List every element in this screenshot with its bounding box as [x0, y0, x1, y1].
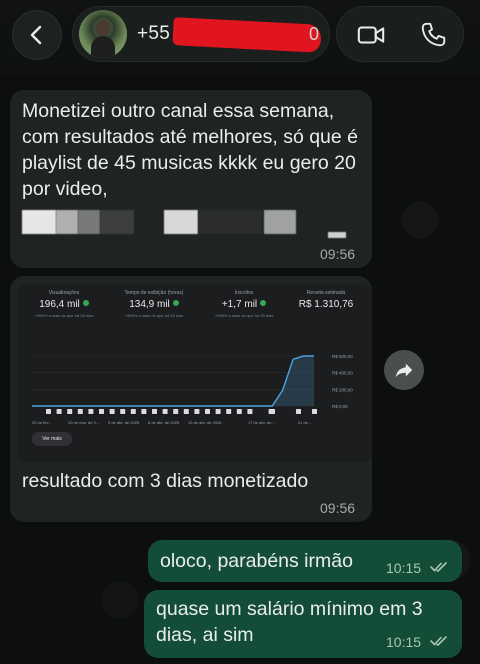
contact-info-button[interactable]: +55 0	[72, 6, 330, 62]
message-time: 09:56	[320, 246, 356, 262]
outgoing-message[interactable]: quase um salário mínimo em 3 dias, ai si…	[144, 590, 462, 658]
video-marker	[130, 409, 136, 414]
double-check-icon	[430, 634, 448, 652]
stat-card: Visualizações 196,4 mil +999% a mais do …	[34, 290, 94, 318]
check-circle-icon	[260, 300, 267, 306]
video-call-icon	[357, 26, 385, 44]
x-tick-label: 25 de fev...	[32, 420, 52, 425]
video-marker	[56, 409, 62, 414]
back-arrow-icon	[30, 25, 42, 45]
stat-card: Receita estimada R$ 1.310,76	[298, 290, 354, 310]
x-tick-label: 21 de...	[298, 420, 311, 425]
stat-card: Inscritos +1,7 mil +999% a mais do que h…	[214, 290, 274, 318]
video-marker	[236, 409, 242, 414]
video-marker	[205, 409, 210, 414]
video-marker	[296, 409, 301, 414]
video-marker	[247, 409, 253, 414]
video-marker	[120, 409, 126, 414]
x-tick-label: 12 de abr. de 2026	[188, 420, 222, 425]
video-marker	[99, 409, 104, 414]
video-marker	[88, 409, 94, 414]
video-marker	[312, 409, 317, 414]
message-time: 09:56	[320, 500, 356, 516]
back-button[interactable]	[12, 10, 62, 60]
chat-header: +55 0	[0, 0, 480, 76]
forward-icon	[395, 363, 413, 378]
video-marker	[226, 409, 232, 414]
stat-card: Tempo de exibição (horas) 134,9 mil +999…	[124, 290, 184, 318]
video-marker	[77, 409, 83, 414]
contact-name: +55	[137, 23, 171, 44]
message-time: 10:15	[386, 634, 422, 650]
avatar[interactable]	[79, 10, 127, 58]
outgoing-message[interactable]: oloco, parabéns irmão 10:15	[148, 540, 462, 582]
analytics-screenshot[interactable]: Visualizações 196,4 mil +999% a mais do …	[18, 284, 372, 462]
contact-name-tail: 0	[309, 24, 320, 44]
check-circle-icon	[82, 300, 89, 306]
check-circle-icon	[172, 300, 179, 306]
x-tick-label: 8 de abr. de 2026	[148, 420, 180, 425]
video-marker	[173, 409, 179, 414]
incoming-image-message[interactable]: Visualizações 196,4 mil +999% a mais do …	[10, 276, 372, 522]
see-more-button[interactable]: Ver mais	[32, 432, 72, 446]
video-marker	[162, 409, 168, 414]
message-text: oloco, parabéns irmão	[160, 550, 353, 572]
video-marker	[270, 409, 275, 414]
x-tick-label: 17 de abr. de...	[248, 420, 275, 425]
double-check-icon	[430, 560, 448, 578]
y-tick-label: R$ 600,00	[332, 354, 353, 359]
series-line	[32, 355, 314, 407]
video-marker	[183, 409, 189, 414]
incoming-message[interactable]: Monetizei outro canal essa semana, com r…	[10, 90, 372, 268]
video-marker	[141, 409, 147, 414]
redaction-mark	[172, 17, 322, 53]
video-marker	[152, 409, 157, 414]
y-tick-label: R$ 400,00	[332, 371, 353, 376]
x-tick-label: 20 de mar. de 2...	[68, 420, 99, 425]
voice-call-button[interactable]	[401, 7, 465, 63]
blurred-content	[22, 210, 346, 238]
video-marker	[215, 409, 221, 414]
message-time: 10:15	[386, 560, 422, 576]
y-tick-label: R$ 0,00	[332, 404, 348, 409]
forward-button[interactable]	[384, 350, 424, 390]
series-area	[32, 356, 314, 406]
video-marker	[46, 409, 51, 414]
call-actions	[336, 6, 464, 62]
y-tick-label: R$ 200,00	[332, 387, 353, 392]
phone-icon	[421, 22, 446, 47]
video-marker	[194, 409, 200, 414]
video-marker	[109, 409, 115, 414]
image-caption: resultado com 3 dias monetizado	[22, 470, 309, 492]
x-tick-label: 9 de abr. de 2026	[108, 420, 140, 425]
video-marker	[67, 409, 73, 414]
message-text: Monetizei outro canal essa semana, com r…	[22, 100, 359, 200]
video-call-button[interactable]	[339, 7, 403, 63]
